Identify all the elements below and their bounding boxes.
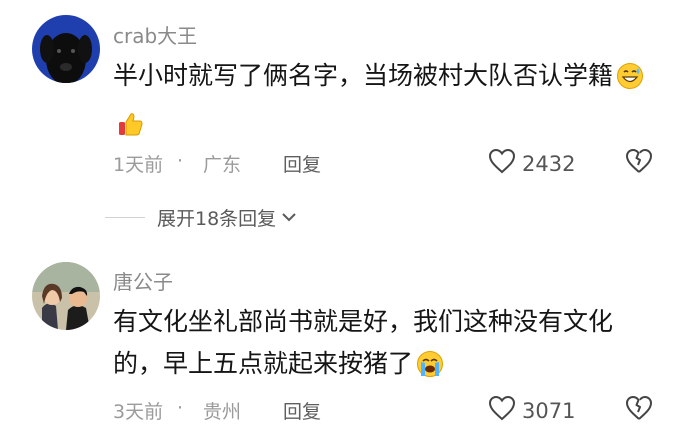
reply-button[interactable]: 回复 [283,150,321,177]
location: 广东 [203,154,242,176]
expand-replies-label: 展开18条回复 [157,208,277,230]
meta-separator: · [177,150,184,172]
like-count: 3071 [522,398,576,423]
location: 贵州 [203,401,242,423]
heart-icon [488,395,516,426]
like-button[interactable]: 2432 [488,148,575,179]
dislike-button[interactable] [624,147,654,180]
comment-text-content: 有文化坐礼部尚书就是好，我们这种没有文化的，早上五点就起来按猪了 [113,307,614,378]
like-count: 2432 [522,151,576,176]
comment-text: 有文化坐礼部尚书就是好，我们这种没有文化的，早上五点就起来按猪了 [113,301,658,391]
timestamp: 1天前 [113,154,164,176]
crying-face-icon [416,349,444,391]
broken-heart-icon [624,396,654,427]
thumbs-up-icon [116,109,144,151]
avatar[interactable] [32,15,100,83]
comment-meta: 3天前 · 贵州 回复 3071 [113,394,690,427]
timestamp: 3天前 [113,401,164,423]
username[interactable]: 唐公子 [113,266,173,295]
meta-separator: · [177,397,184,419]
expand-replies-button[interactable]: 展开18条回复 [105,204,298,231]
dislike-button[interactable] [624,394,654,427]
chevron-down-icon [280,207,298,229]
reply-button[interactable]: 回复 [283,397,321,424]
divider-line [105,217,145,218]
heart-icon [488,148,516,179]
like-button[interactable]: 3071 [488,395,575,426]
comment-text: 半小时就写了俩名字，当场被村大队否认学籍 [113,55,658,151]
comment-meta: 1天前 · 广东 回复 2432 [113,147,690,180]
username[interactable]: crab大王 [113,20,197,49]
avatar[interactable] [32,262,100,330]
broken-heart-icon [624,149,654,180]
comment-list: crab大王 半小时就写了俩名字，当场被村大队否认学籍 1天前 · 广东 回复 … [0,0,690,430]
comment-text-content: 半小时就写了俩名字，当场被村大队否认学籍 [113,61,614,90]
grin-sweat-icon [616,61,644,103]
